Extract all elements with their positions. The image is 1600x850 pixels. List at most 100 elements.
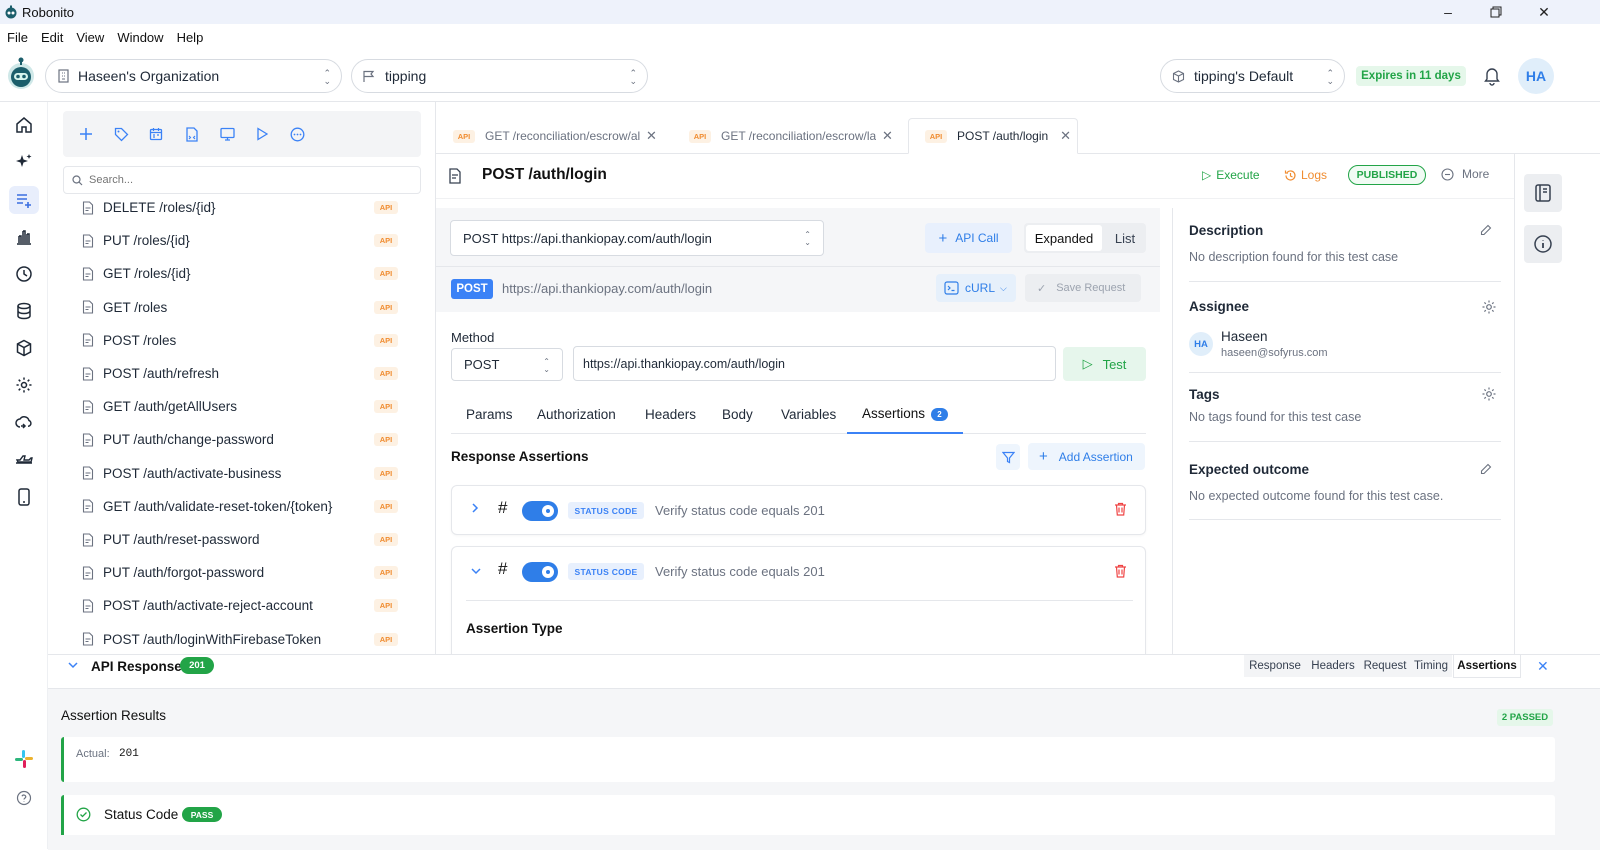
assignee-name: Haseen [1221,329,1268,344]
chevron-right-icon[interactable] [471,502,479,514]
list-item[interactable]: GET /roles/{id} API [82,257,422,290]
bar-chart-icon[interactable] [14,227,34,247]
book-panel-icon[interactable] [1524,174,1562,212]
add-assertion-button[interactable]: + Add Assertion [1028,443,1145,470]
clock-icon[interactable] [14,264,34,284]
tab-body[interactable]: Body [722,407,753,422]
url-input[interactable]: https://api.thankiopay.com/auth/login [573,346,1056,381]
cloud-sync-icon[interactable] [14,413,34,433]
chevron-down-icon[interactable] [67,661,79,669]
tab-variables[interactable]: Variables [781,407,836,422]
request-selector[interactable]: POST https://api.thankiopay.com/auth/log… [450,220,824,256]
test-button[interactable]: ▷ Test [1063,347,1146,381]
close-tab-icon[interactable]: ✕ [1060,128,1071,144]
trash-icon[interactable] [1114,564,1127,578]
bell-icon[interactable] [1483,66,1501,86]
tab-reconciliation-all[interactable]: API GET /reconciliation/escrow/all... ✕ [453,118,663,154]
calendar-icon[interactable] [147,125,165,143]
close-window-button[interactable]: ✕ [1520,0,1568,24]
divider [436,266,1160,267]
minimize-button[interactable]: – [1424,0,1472,24]
sparkles-icon[interactable] [14,152,34,172]
list-view-button[interactable]: List [1106,225,1144,251]
assertion-enabled-toggle[interactable] [522,501,558,521]
assertion-enabled-toggle[interactable] [522,562,558,582]
list-item[interactable]: GET /auth/getAllUsers API [82,390,422,423]
mobile-device-icon[interactable] [14,487,34,507]
help-circle-icon[interactable] [14,788,34,808]
execute-button[interactable]: ▷ Execute [1202,168,1260,182]
add-icon[interactable] [77,125,95,143]
environment-select[interactable]: tipping's Default ⌃ ⌄ [1160,59,1345,93]
list-item[interactable]: PUT /auth/reset-password API [82,523,422,556]
tab-assertions[interactable]: Assertions 2 [847,398,963,434]
menu-edit[interactable]: Edit [41,30,63,45]
restore-button[interactable] [1472,0,1520,24]
save-request-label: Save Request [1056,282,1126,294]
chevron-down-icon[interactable] [470,567,482,575]
slack-icon[interactable] [14,749,34,769]
add-api-call-button[interactable]: + API Call [925,223,1012,253]
home-icon[interactable] [14,115,34,135]
test-cases-list-icon[interactable] [9,186,39,214]
settings-gear-icon[interactable] [1481,299,1497,315]
monitor-icon[interactable] [218,125,236,143]
more-circle-icon[interactable] [288,125,306,143]
package-icon[interactable] [14,338,34,358]
tab-reconciliation-latest[interactable]: API GET /reconciliation/escrow/lat... ✕ [689,118,899,154]
tab-request[interactable]: Request [1360,655,1410,677]
edit-pencil-icon[interactable] [1480,224,1492,236]
info-icon[interactable] [1524,225,1562,263]
list-item[interactable]: PUT /auth/forgot-password API [82,556,422,589]
plane-icon[interactable] [14,450,34,470]
list-item[interactable]: DELETE /roles/{id} API [82,191,422,224]
tab-response[interactable]: Response [1244,655,1306,677]
tag-icon[interactable] [112,125,130,143]
close-icon[interactable]: ✕ [1537,658,1549,675]
list-item[interactable]: GET /auth/validate-reset-token/{token} AP… [82,490,422,523]
trash-icon[interactable] [1114,502,1127,516]
assertion-card[interactable]: # STATUS CODE Verify status code equals … [451,485,1146,535]
tab-headers[interactable]: Headers [1306,655,1360,677]
list-item[interactable]: PUT /auth/change-password API [82,423,422,456]
menu-file[interactable]: File [7,30,28,45]
list-item[interactable]: POST /auth/activate-business API [82,457,422,490]
tab-params[interactable]: Params [466,407,513,422]
more-button[interactable]: More [1441,167,1489,181]
tab-timing[interactable]: Timing [1410,655,1452,677]
list-item[interactable]: PUT /roles/{id} API [82,224,422,257]
tab-assertions[interactable]: Assertions [1454,655,1520,677]
database-icon[interactable] [14,301,34,321]
tab-headers[interactable]: Headers [645,407,696,422]
list-item[interactable]: POST /auth/refresh API [82,357,422,390]
menu-view[interactable]: View [76,30,104,45]
play-icon[interactable] [253,125,271,143]
settings-gear-icon[interactable] [14,375,34,395]
logs-button[interactable]: Logs [1284,168,1327,182]
assertion-card-expanded[interactable]: # STATUS CODE Verify status code equals … [451,546,1146,656]
organization-select[interactable]: Haseen's Organization ⌃ ⌄ [45,59,342,93]
expanded-view-button[interactable]: Expanded [1026,225,1102,251]
curl-button[interactable]: cURL ⌵ [936,274,1016,302]
user-avatar[interactable]: HA [1518,58,1554,94]
search-input[interactable] [89,174,389,186]
filter-icon[interactable] [996,444,1020,470]
edit-pencil-icon[interactable] [1480,463,1492,475]
list-item[interactable]: GET /roles API [82,291,422,324]
list-item[interactable]: POST /auth/activate-reject-account API [82,589,422,622]
save-request-button[interactable]: ✓ Save Request [1025,274,1141,302]
method-select[interactable]: POST ⌃ ⌄ [451,348,563,381]
project-select[interactable]: tipping ⌃ ⌄ [351,59,648,93]
list-item[interactable]: POST /auth/loginWithFirebaseToken API [82,623,422,654]
list-item[interactable]: POST /roles API [82,324,422,357]
document-code-icon[interactable] [183,125,201,143]
tab-auth-login[interactable]: API POST /auth/login ✕ [908,118,1078,154]
close-tab-icon[interactable]: ✕ [646,128,657,144]
menu-window[interactable]: Window [117,30,163,45]
menu-bar: File Edit View Window Help [0,24,1600,50]
tab-authorization[interactable]: Authorization [537,407,616,422]
robot-logo-icon[interactable] [5,57,37,91]
settings-gear-icon[interactable] [1481,386,1497,402]
close-tab-icon[interactable]: ✕ [882,128,893,144]
menu-help[interactable]: Help [177,30,204,45]
